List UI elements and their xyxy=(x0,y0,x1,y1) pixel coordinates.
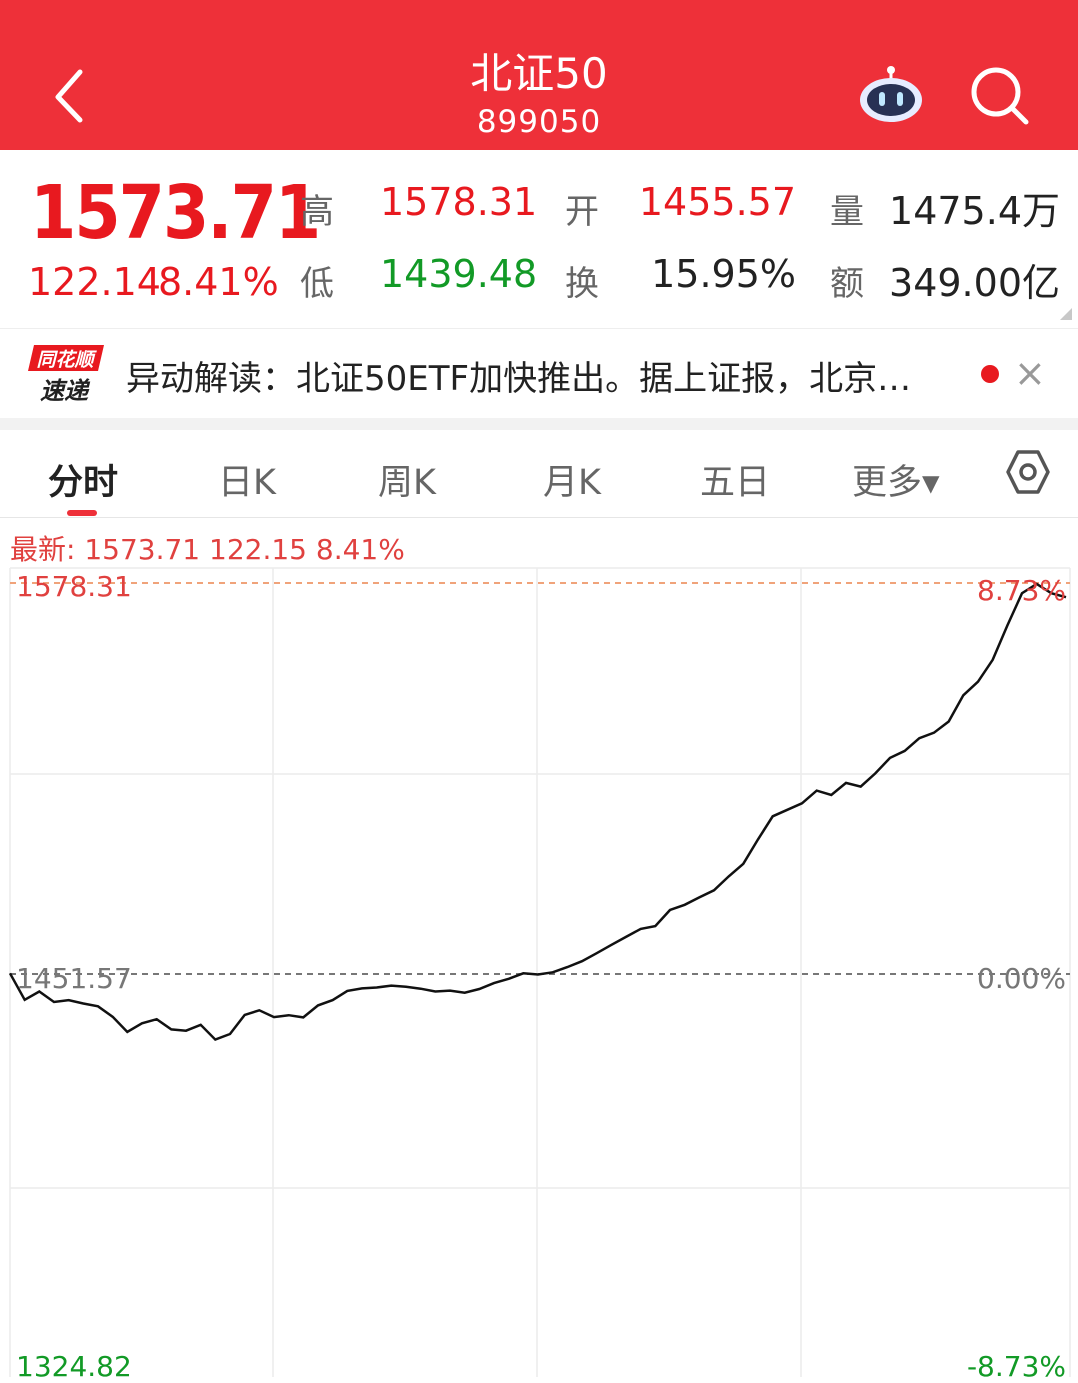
price-line xyxy=(8,582,1067,1042)
turnover-value: 15.95% xyxy=(651,252,796,296)
tab-weekly-k[interactable]: 周K xyxy=(378,454,436,505)
tonghuashun-express-logo: 同花顺 速递 xyxy=(28,345,104,405)
volume-value: 1475.4万 xyxy=(889,189,1060,233)
y-bottom-label: 1324.82 xyxy=(16,1350,132,1383)
section-divider xyxy=(0,418,1078,430)
tab-daily-k[interactable]: 日K xyxy=(218,454,276,505)
news-headline[interactable]: 异动解读：北证50ETF加快推出。据上证报，北京… xyxy=(126,351,966,400)
svg-text:速递: 速递 xyxy=(40,377,91,405)
price-change-pct: 8.41% xyxy=(158,260,279,304)
quote-panel: 1573.71 122.14 8.41% 高 低 1578.31 1439.48… xyxy=(0,150,1078,328)
amount-label: 额 xyxy=(830,264,864,304)
high-value: 1578.31 xyxy=(380,180,538,224)
y-top-label: 1578.31 xyxy=(16,570,132,603)
robot-assistant-icon[interactable] xyxy=(858,64,924,124)
pct-mid-label: 0.00% xyxy=(977,962,1066,995)
turnover-label: 换 xyxy=(565,264,599,304)
app-header: 北证50 899050 xyxy=(0,0,1078,150)
open-label: 开 xyxy=(565,192,599,232)
open-value: 1455.57 xyxy=(638,180,796,224)
intraday-chart[interactable]: 1578.31 1451.57 1324.82 8.73% 0.00% -8.7… xyxy=(0,560,1078,1383)
search-icon[interactable] xyxy=(968,64,1030,126)
settings-hexagon-icon[interactable] xyxy=(1004,448,1052,496)
pct-bottom-label: -8.73% xyxy=(966,1350,1066,1383)
tab-monthly-k[interactable]: 月K xyxy=(543,454,601,505)
low-label: 低 xyxy=(300,264,334,304)
amount-value: 349.00亿 xyxy=(889,261,1060,305)
pct-top-label: 8.73% xyxy=(977,574,1066,607)
high-label: 高 xyxy=(300,192,334,232)
chart-period-tabs: 分时 日K 周K 月K 五日 更多▾ xyxy=(0,430,1078,518)
volume-label: 量 xyxy=(830,192,864,232)
unread-dot xyxy=(981,365,999,383)
expand-corner-icon[interactable] xyxy=(1060,308,1072,320)
intraday-chart-svg xyxy=(8,567,1071,1377)
chart-grid xyxy=(9,567,1071,1377)
news-ticker[interactable]: 同花顺 速递 异动解读：北证50ETF加快推出。据上证报，北京… × xyxy=(0,328,1078,418)
tab-more[interactable]: 更多▾ xyxy=(852,454,940,505)
active-tab-indicator xyxy=(67,510,97,516)
low-value: 1439.48 xyxy=(380,252,538,296)
current-price: 1573.71 xyxy=(30,170,321,256)
tab-five-day[interactable]: 五日 xyxy=(700,454,770,505)
y-mid-label: 1451.57 xyxy=(16,962,132,995)
price-change: 122.14 xyxy=(28,260,161,304)
close-icon[interactable]: × xyxy=(1014,351,1046,395)
svg-text:同花顺: 同花顺 xyxy=(36,349,97,371)
tab-intraday[interactable]: 分时 xyxy=(48,454,118,505)
